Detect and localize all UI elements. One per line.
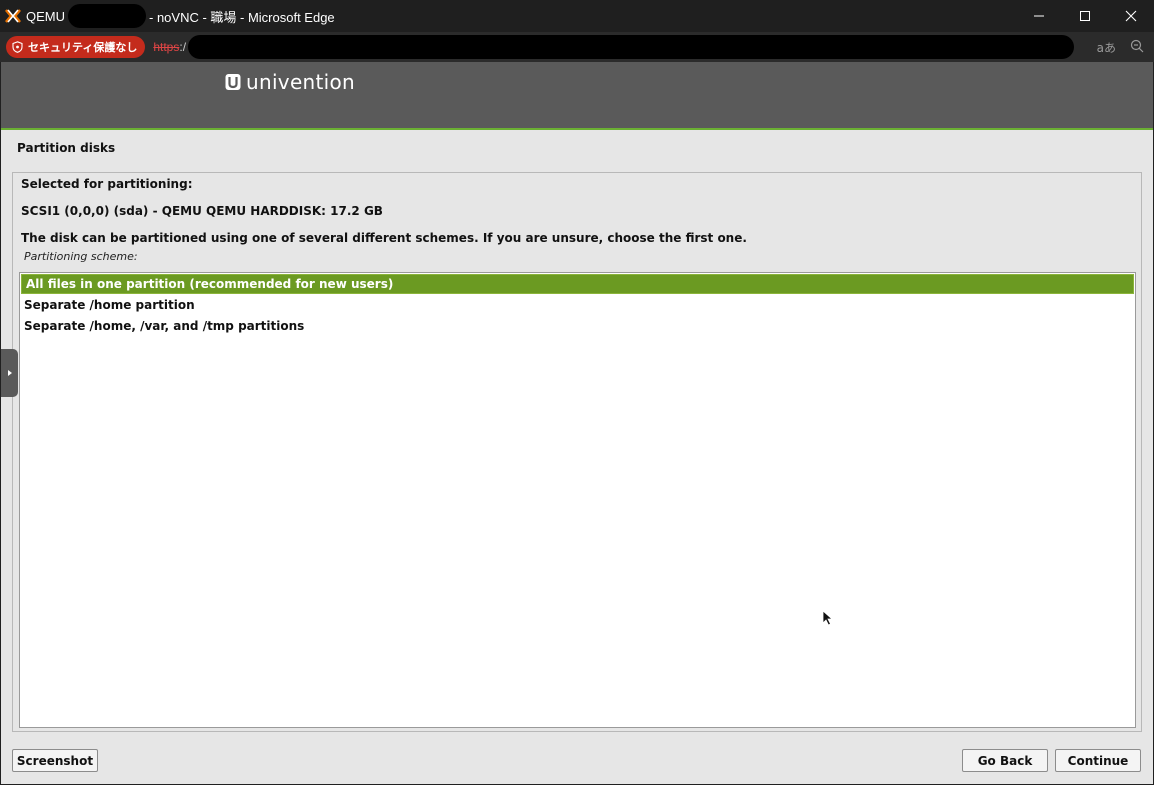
list-item-all-in-one[interactable]: All files in one partition (recommended … xyxy=(21,274,1134,294)
shield-icon xyxy=(12,41,23,53)
page-title: Partition disks xyxy=(17,141,116,155)
read-aloud-icon[interactable]: aあ xyxy=(1097,39,1116,56)
title-suffix: - noVNC - 職場 - Microsoft Edge xyxy=(149,9,335,25)
chevron-right-icon xyxy=(7,370,12,376)
proxmox-icon xyxy=(5,8,21,24)
redacted-url[interactable] xyxy=(188,35,1075,59)
continue-button[interactable]: Continue xyxy=(1055,749,1141,772)
disk-description: SCSI1 (0,0,0) (sda) - QEMU QEMU HARDDISK… xyxy=(21,204,383,218)
address-bar-tools: aあ xyxy=(1097,32,1144,62)
security-badge[interactable]: セキュリティ保護なし xyxy=(6,36,146,58)
maximize-button[interactable] xyxy=(1062,0,1108,32)
minimize-button[interactable] xyxy=(1016,0,1062,32)
url-separator: :/ xyxy=(179,40,187,54)
selected-label: Selected for partitioning: xyxy=(21,177,193,191)
screenshot-button[interactable]: Screenshot xyxy=(12,749,98,772)
zoom-out-icon[interactable] xyxy=(1130,39,1144,56)
close-icon xyxy=(1125,10,1137,22)
partition-scheme-list[interactable]: All files in one partition (recommended … xyxy=(19,272,1136,728)
window-controls xyxy=(1016,0,1154,32)
univention-logo-icon xyxy=(225,74,241,90)
address-bar: セキュリティ保護なし https :/ aあ xyxy=(0,32,1154,62)
url-scheme[interactable]: https xyxy=(153,40,179,54)
installer-header: univention xyxy=(1,62,1153,130)
close-button[interactable] xyxy=(1108,0,1154,32)
list-item-separate-home[interactable]: Separate /home partition xyxy=(20,295,1135,315)
novnc-control-bar-handle[interactable] xyxy=(1,349,18,397)
vnc-viewport[interactable]: univention Partition disks Selected for … xyxy=(1,62,1153,784)
go-back-button[interactable]: Go Back xyxy=(962,749,1048,772)
partition-panel: Selected for partitioning: SCSI1 (0,0,0)… xyxy=(12,172,1142,732)
mouse-cursor-icon xyxy=(822,610,833,626)
window-title: QEMU - noVNC - 職場 - Microsoft Edge xyxy=(26,4,335,28)
redacted-hostname xyxy=(68,4,146,28)
brand-name: univention xyxy=(246,70,356,94)
scheme-label: Partitioning scheme: xyxy=(24,250,138,263)
maximize-icon xyxy=(1080,11,1090,21)
instructions-text: The disk can be partitioned using one of… xyxy=(21,231,747,245)
window-titlebar: QEMU - noVNC - 職場 - Microsoft Edge xyxy=(0,0,1154,32)
title-prefix: QEMU xyxy=(26,8,65,24)
univention-logo: univention xyxy=(225,70,355,94)
security-label: セキュリティ保護なし xyxy=(28,41,138,54)
list-item-separate-home-var-tmp[interactable]: Separate /home, /var, and /tmp partition… xyxy=(20,316,1135,336)
minimize-icon xyxy=(1034,15,1044,17)
